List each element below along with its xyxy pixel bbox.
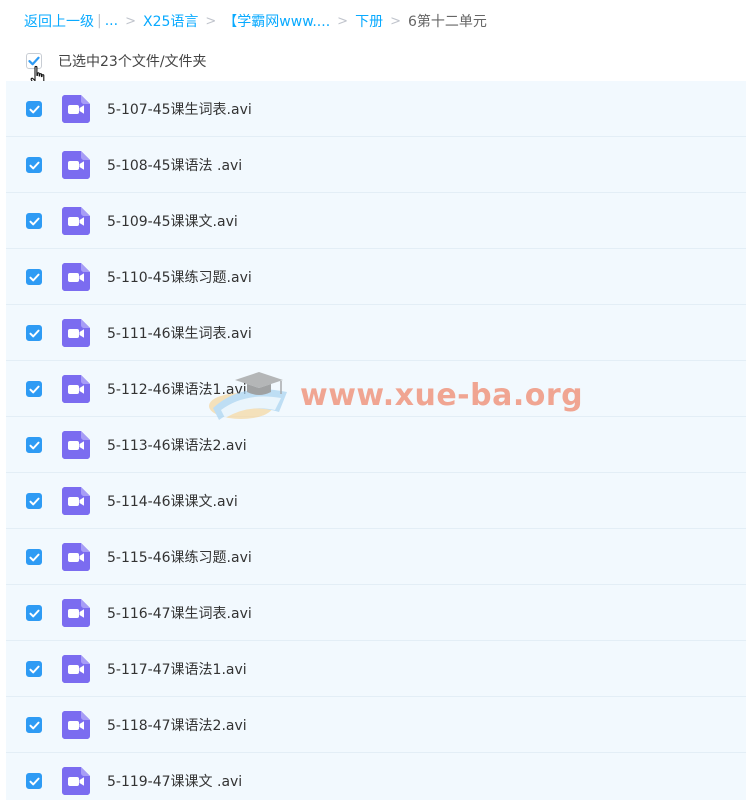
breadcrumb-separator: >	[205, 13, 217, 29]
video-file-icon	[62, 431, 90, 459]
file-name[interactable]: 5-118-47课语法2.avi	[107, 715, 247, 735]
video-file-icon	[62, 599, 90, 627]
file-name[interactable]: 5-112-46课语法1.avi	[107, 379, 247, 399]
selection-count-label: 已选中23个文件/文件夹	[58, 54, 207, 70]
file-checkbox[interactable]	[26, 213, 42, 229]
breadcrumb-ellipsis[interactable]: ...	[105, 13, 118, 29]
select-all-bar: 已选中23个文件/文件夹	[26, 51, 207, 71]
video-file-icon	[62, 95, 90, 123]
file-row[interactable]: 5-119-47课课文 .avi	[6, 753, 746, 800]
breadcrumb-separator: >	[390, 13, 401, 29]
video-file-icon	[62, 319, 90, 347]
file-checkbox[interactable]	[26, 437, 42, 453]
checkmark-icon	[28, 609, 40, 617]
checkmark-icon	[28, 497, 40, 505]
file-row[interactable]: 5-107-45课生词表.avi	[6, 81, 746, 137]
breadcrumb-item-x25[interactable]: X25语言	[143, 11, 198, 31]
file-checkbox[interactable]	[26, 381, 42, 397]
file-name[interactable]: 5-111-46课生词表.avi	[107, 323, 252, 343]
file-checkbox[interactable]	[26, 661, 42, 677]
file-name[interactable]: 5-107-45课生词表.avi	[107, 99, 252, 119]
file-row[interactable]: 5-112-46课语法1.avi	[6, 361, 746, 417]
file-checkbox[interactable]	[26, 101, 42, 117]
file-row[interactable]: 5-116-47课生词表.avi	[6, 585, 746, 641]
file-checkbox[interactable]	[26, 157, 42, 173]
checkmark-icon	[28, 441, 40, 449]
video-file-icon	[62, 655, 90, 683]
file-row[interactable]: 5-115-46课练习题.avi	[6, 529, 746, 585]
checkmark-icon	[28, 329, 40, 337]
checkmark-icon	[28, 665, 40, 673]
checkmark-icon	[28, 273, 40, 281]
file-name[interactable]: 5-119-47课课文 .avi	[107, 771, 242, 791]
file-checkbox[interactable]	[26, 773, 42, 789]
file-row[interactable]: 5-108-45课语法 .avi	[6, 137, 746, 193]
file-name[interactable]: 5-116-47课生词表.avi	[107, 603, 252, 623]
breadcrumb-pipe: |	[97, 13, 102, 29]
video-file-icon	[62, 263, 90, 291]
video-file-icon	[62, 767, 90, 795]
checkmark-icon	[28, 161, 40, 169]
file-list: 5-107-45课生词表.avi 5-108-45课语法 .avi 5-109-45…	[6, 81, 746, 800]
checkmark-icon	[28, 105, 40, 113]
video-file-icon	[62, 151, 90, 179]
checkmark-icon	[28, 217, 40, 225]
file-checkbox[interactable]	[26, 269, 42, 285]
breadcrumb: 返回上一级 | ... > X25语言 > 【学霸网www.... > 下册 >…	[24, 10, 487, 32]
breadcrumb-item-volume[interactable]: 下册	[355, 11, 383, 31]
file-checkbox[interactable]	[26, 493, 42, 509]
file-row[interactable]: 5-110-45课练习题.avi	[6, 249, 746, 305]
file-checkbox[interactable]	[26, 717, 42, 733]
file-checkbox[interactable]	[26, 325, 42, 341]
file-row[interactable]: 5-113-46课语法2.avi	[6, 417, 746, 473]
video-file-icon	[62, 711, 90, 739]
file-name[interactable]: 5-115-46课练习题.avi	[107, 547, 252, 567]
file-row[interactable]: 5-111-46课生词表.avi	[6, 305, 746, 361]
file-name[interactable]: 5-117-47课语法1.avi	[107, 659, 247, 679]
video-file-icon	[62, 207, 90, 235]
checkmark-icon	[28, 553, 40, 561]
checkmark-icon	[28, 721, 40, 729]
breadcrumb-separator: >	[337, 13, 349, 29]
video-file-icon	[62, 487, 90, 515]
breadcrumb-separator: >	[125, 13, 136, 29]
breadcrumb-item-xueba[interactable]: 【学霸网www....	[223, 11, 330, 31]
file-row[interactable]: 5-109-45课课文.avi	[6, 193, 746, 249]
file-checkbox[interactable]	[26, 549, 42, 565]
file-name[interactable]: 5-109-45课课文.avi	[107, 211, 238, 231]
file-name[interactable]: 5-108-45课语法 .avi	[107, 155, 242, 175]
file-row[interactable]: 5-114-46课课文.avi	[6, 473, 746, 529]
file-name[interactable]: 5-110-45课练习题.avi	[107, 267, 252, 287]
file-row[interactable]: 5-117-47课语法1.avi	[6, 641, 746, 697]
file-checkbox[interactable]	[26, 605, 42, 621]
file-row[interactable]: 5-118-47课语法2.avi	[6, 697, 746, 753]
breadcrumb-current: 6第十二单元	[407, 14, 487, 30]
video-file-icon	[62, 543, 90, 571]
file-name[interactable]: 5-113-46课语法2.avi	[107, 435, 247, 455]
checkmark-icon	[28, 777, 40, 785]
checkmark-icon	[28, 385, 40, 393]
file-name[interactable]: 5-114-46课课文.avi	[107, 491, 238, 511]
back-link[interactable]: 返回上一级	[24, 11, 94, 31]
video-file-icon	[62, 375, 90, 403]
